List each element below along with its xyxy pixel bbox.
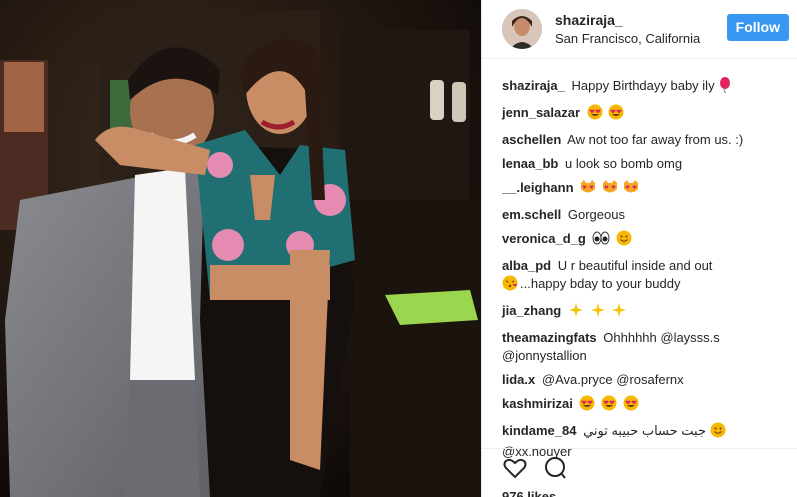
comment-item: jia_zhang [502, 302, 785, 323]
comment-bubble-icon[interactable] [542, 455, 568, 481]
comment-text: Gorgeous [567, 207, 625, 222]
heart-eyes-icon [623, 395, 639, 416]
sparkles-icon [590, 302, 606, 323]
post-location[interactable]: San Francisco, California [555, 30, 700, 48]
post-photo[interactable] [0, 0, 481, 497]
sparkles-icon [611, 302, 627, 323]
sparkles-icon [568, 302, 584, 323]
comment-username[interactable]: __.leighann [502, 180, 574, 195]
comment-item: alba_pd U r beautiful inside and out ...… [502, 257, 785, 296]
balloon-icon [718, 77, 732, 98]
post-username[interactable]: shaziraja_ [555, 11, 700, 29]
comment-username[interactable]: alba_pd [502, 258, 551, 273]
comment-username[interactable]: em.schell [502, 207, 561, 222]
post-sidebar: shaziraja_ San Francisco, California Fol… [481, 0, 797, 497]
comment-username[interactable]: jenn_salazar [502, 105, 580, 120]
comment-username[interactable]: shaziraja_ [502, 78, 565, 93]
heart-eyes-icon [579, 395, 595, 416]
cat-heart-eyes-icon [580, 179, 596, 200]
comment-username[interactable]: veronica_d_g [502, 231, 586, 246]
kiss-icon [502, 275, 518, 296]
comment-item: lenaa_bb u look so bomb omg [502, 155, 785, 173]
comment-username[interactable]: kindame_84 [502, 423, 576, 438]
photo-scene [0, 0, 481, 497]
comment-list: shaziraja_ Happy Birthdayy baby ily jenn… [482, 59, 797, 489]
cat-heart-eyes-icon [623, 179, 639, 200]
comment-username[interactable]: kashmirizai [502, 396, 573, 411]
comment-item: em.schell Gorgeous [502, 206, 785, 224]
comment-text: @Ava.pryce @rosafernx [541, 372, 684, 387]
heart-eyes-icon [608, 104, 624, 125]
comment-item: shaziraja_ Happy Birthdayy baby ily [502, 77, 785, 98]
comment-text: Aw not too far away from us. :) [567, 132, 744, 147]
heart-eyes-icon [601, 395, 617, 416]
comment-item: lida.x @Ava.pryce @rosafernx [502, 371, 785, 389]
heart-eyes-icon [587, 104, 603, 125]
smile-icon [710, 422, 726, 443]
avatar-image [502, 9, 542, 49]
comment-item: __.leighann [502, 179, 785, 200]
comment-username[interactable]: theamazingfats [502, 330, 597, 345]
avatar[interactable] [502, 9, 542, 49]
comment-item: aschellen Aw not too far away from us. :… [502, 131, 785, 149]
comment-username[interactable]: aschellen [502, 132, 561, 147]
likes-count[interactable]: 976 likes [502, 489, 556, 497]
comment-item: jenn_salazar [502, 104, 785, 125]
smile-icon [616, 230, 632, 251]
cat-heart-eyes-icon [602, 179, 618, 200]
comment-text: Happy Birthdayy baby ily [571, 78, 715, 93]
comment-text: U r beautiful inside and out [557, 258, 713, 273]
comment-item: veronica_d_g [502, 230, 785, 251]
comment-text-continued: ...happy bday to your buddy [520, 276, 681, 291]
comment-username[interactable]: jia_zhang [502, 303, 561, 318]
comment-username[interactable]: lenaa_bb [502, 156, 558, 171]
comment-item: theamazingfats Ohhhhhh @laysss.s @jonnys… [502, 329, 785, 365]
comment-username[interactable]: lida.x [502, 372, 535, 387]
heart-outline-icon[interactable] [502, 455, 528, 481]
post-header: shaziraja_ San Francisco, California Fol… [482, 0, 797, 59]
comment-text: جبت حساب حبيبه توني [583, 423, 707, 438]
follow-button[interactable]: Follow [726, 14, 789, 41]
comment-text: u look so bomb omg [564, 156, 683, 171]
eyes-icon [592, 230, 610, 251]
comment-item: kashmirizai [502, 395, 785, 416]
